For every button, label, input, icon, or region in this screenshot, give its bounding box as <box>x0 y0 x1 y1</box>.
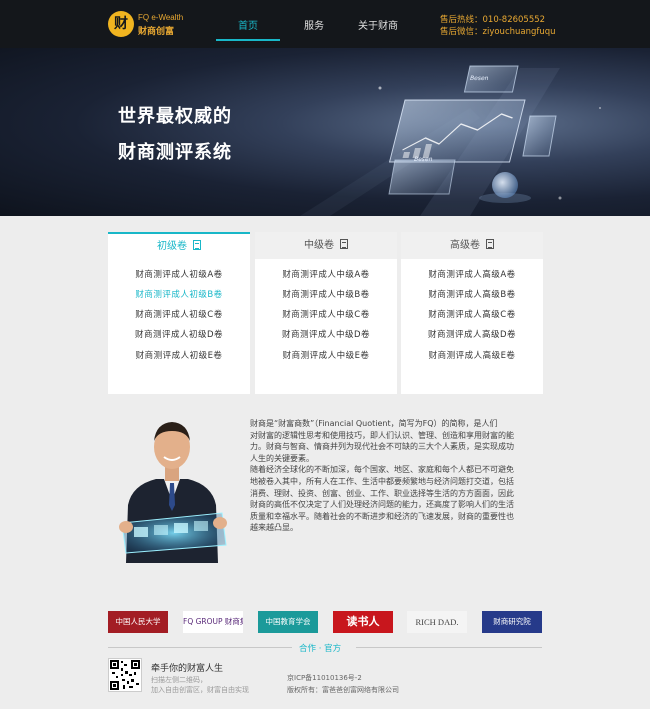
partner-logo-renmin-university[interactable]: 中国人民大学 <box>108 611 168 633</box>
exam-link[interactable]: 财商测评成人中级B卷 <box>255 288 397 300</box>
about-line: 随着经济全球化的不断加深，每个国家、地区、家庭和每个人都已不可避免 <box>250 465 514 475</box>
partner-logo-fq-group[interactable]: FQ GROUP 财商集团 <box>183 611 243 633</box>
about-line: 消费、理财、投资、创富、创业、工作、职业选择等生活的方方面面，因此 <box>250 488 514 498</box>
brand-logo[interactable]: 财 FQ e-Wealth 财商创富 <box>108 10 188 40</box>
hero-banner: Besen Besen 世界最权威的 财商测评系统 <box>0 48 650 216</box>
exam-link[interactable]: 财商测评成人高级C卷 <box>401 308 543 320</box>
footer-scan-hint: 加入自由创富区，财富自由实现 <box>151 686 249 694</box>
logo-chinese-text: 财商创富 <box>138 27 175 37</box>
exam-link[interactable]: 财商测评成人中级E卷 <box>255 349 397 361</box>
divider <box>356 647 542 648</box>
nav-home[interactable]: 首页 <box>216 17 280 32</box>
partner-logo-fq-institute[interactable]: 财商研究院 <box>482 611 542 633</box>
exam-card-advanced: 高级卷 财商测评成人高级A卷 财商测评成人高级B卷 财商测评成人高级C卷 财商测… <box>401 232 543 394</box>
about-line: 财商的高低不仅决定了人们处理经济问题的能力，还高度了影响人们的生活 <box>250 500 514 510</box>
exam-card-title: 高级卷 <box>450 240 480 251</box>
exam-link[interactable]: 财商测评成人初级A卷 <box>108 268 250 280</box>
exam-card-header[interactable]: 中级卷 <box>255 232 397 259</box>
exam-link[interactable]: 财商测评成人高级B卷 <box>401 288 543 300</box>
exam-card-beginner: 初级卷 财商测评成人初级A卷 财商测评成人初级B卷 财商测评成人初级C卷 财商测… <box>108 232 250 394</box>
partner-logo-dushuren[interactable]: 读书人 <box>333 611 393 633</box>
document-icon <box>486 239 494 249</box>
businessman-illustration <box>108 405 236 563</box>
exam-link[interactable]: 财商测评成人高级A卷 <box>401 268 543 280</box>
exam-link[interactable]: 财商测评成人高级D卷 <box>401 328 543 340</box>
about-fq-text: 财商是“财富商数”（Financial Quotient，简写为FQ）的简称，是… <box>250 418 550 534</box>
footer-copyright: 版权所有：富爸爸创富网络有限公司 <box>287 686 399 694</box>
exam-card-header[interactable]: 初级卷 <box>108 232 250 259</box>
about-line: 财商是“财富商数”（Financial Quotient，简写为FQ）的简称，是… <box>250 419 498 428</box>
qr-code-icon <box>108 658 142 692</box>
about-line: 地被卷入其中，所有人在工作、生活中都要频繁地与经济问题打交道，包括 <box>250 476 514 486</box>
nav-services[interactable]: 服务 <box>292 17 336 32</box>
document-icon <box>340 239 348 249</box>
divider <box>108 647 292 648</box>
exam-link[interactable]: 财商测评成人初级B卷 <box>108 288 250 300</box>
logo-mark-icon: 财 <box>108 11 134 37</box>
footer-slogan: 牵手你的财富人生 <box>151 664 224 674</box>
nav-active-indicator <box>216 39 280 41</box>
exam-link[interactable]: 财商测评成人中级C卷 <box>255 308 397 320</box>
nav-about-fq[interactable]: 关于财商 <box>350 17 406 32</box>
exam-card-title: 初级卷 <box>157 241 187 252</box>
exam-link[interactable]: 财商测评成人初级C卷 <box>108 308 250 320</box>
exam-card-title: 中级卷 <box>304 240 334 251</box>
hotline-text: 售后热线：010-82605552 <box>440 15 546 25</box>
exam-card-intermediate: 中级卷 财商测评成人中级A卷 财商测评成人中级B卷 财商测评成人中级C卷 财商测… <box>255 232 397 394</box>
exam-link[interactable]: 财商测评成人高级E卷 <box>401 349 543 361</box>
panel-brand-label: Besen <box>469 75 490 82</box>
hero-title-line2: 财商测评系统 <box>118 142 232 163</box>
footer-icp: 京ICP备11010136号-2 <box>287 674 362 682</box>
exam-link[interactable]: 财商测评成人初级E卷 <box>108 349 250 361</box>
logo-english-text: FQ e-Wealth <box>138 13 184 22</box>
about-line: 人生的关键要素。 <box>250 453 314 463</box>
partner-logo-education-society[interactable]: 中国教育学会 <box>258 611 318 633</box>
footer-scan-hint: 扫描左侧二维码， <box>151 676 207 684</box>
top-navbar: 财 FQ e-Wealth 财商创富 首页 服务 关于财商 售后热线：010-8… <box>0 0 650 48</box>
exam-link[interactable]: 财商测评成人初级D卷 <box>108 328 250 340</box>
exam-link[interactable]: 财商测评成人中级D卷 <box>255 328 397 340</box>
document-icon <box>193 240 201 250</box>
partners-section-title: 合作 · 官方 <box>299 644 342 654</box>
hero-title-line1: 世界最权威的 <box>118 106 232 127</box>
partner-logo-rich-dad[interactable]: RICH DAD. <box>407 611 467 633</box>
exam-link[interactable]: 财商测评成人中级A卷 <box>255 268 397 280</box>
hero-illustration <box>300 65 601 216</box>
about-line: 对财富的逻辑性思考和使用技巧，即人们认识、管理、创造和享用财富的能 <box>250 430 514 440</box>
about-line: 力。财商与智商、情商并列为现代社会不可缺的三大个人素质，是实现成功 <box>250 442 514 452</box>
panel-brand-label-2: Besen <box>413 156 434 163</box>
about-line: 越来越凸显。 <box>250 523 298 533</box>
exam-card-header[interactable]: 高级卷 <box>401 232 543 259</box>
wechat-text: 售后微信：ziyouchuangfuqu <box>440 27 556 37</box>
about-line: 质量和幸福水平。随着社会的不断进步和经济的飞速发展，财商的重要性也 <box>250 511 514 521</box>
